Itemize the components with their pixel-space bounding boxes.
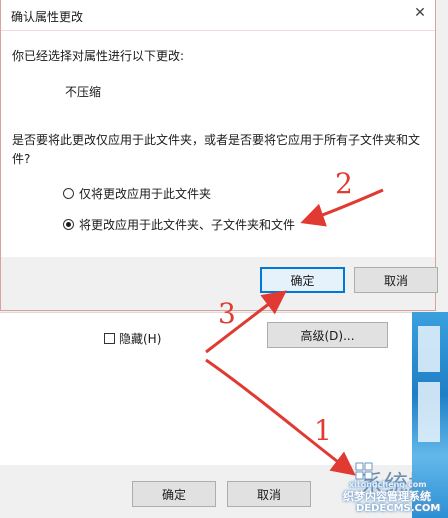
window-pane-upper (418, 326, 440, 372)
watermark-domain: DEDECMS.COM (356, 503, 441, 514)
dialog-body: 你已经选择对属性进行以下更改: 不压缩 是否要将此更改仅应用于此文件夹，或者是否… (1, 31, 435, 257)
option-this-folder-only[interactable]: 仅将更改应用于此文件夹 (63, 185, 211, 202)
background-ok-button[interactable]: 确定 (132, 481, 216, 507)
window-pane-lower (418, 382, 440, 442)
option-label: 仅将更改应用于此文件夹 (79, 187, 212, 201)
confirm-attribute-changes-dialog: 确认属性更改 ✕ 你已经选择对属性进行以下更改: 不压缩 是否要将此更改仅应用于… (0, 0, 438, 311)
radio-this-folder-only[interactable] (63, 188, 74, 199)
windows-logo-icon (355, 462, 373, 480)
option-apply-all-subfolders[interactable]: 将更改应用于此文件夹、子文件夹和文件 (63, 216, 295, 233)
close-icon[interactable]: ✕ (411, 4, 429, 22)
background-cancel-button[interactable]: 取消 (227, 481, 311, 507)
advanced-button[interactable]: 高级(D)... (267, 322, 388, 348)
dialog-title: 确认属性更改 (11, 10, 84, 24)
annotation-number-2: 2 (335, 167, 353, 200)
change-value: 不压缩 (65, 85, 102, 99)
title-bar: 确认属性更改 ✕ (1, 0, 435, 31)
prompt-text: 你已经选择对属性进行以下更改: (12, 49, 185, 63)
radio-apply-all-subfolders[interactable] (63, 219, 74, 230)
hidden-label: 隐藏(H) (119, 332, 162, 346)
annotation-number-1: 1 (314, 414, 332, 447)
hidden-checkbox[interactable] (104, 333, 115, 344)
ok-button[interactable]: 确定 (260, 267, 345, 293)
question-text-line2: 件? (12, 152, 31, 166)
watermark-site-name: 织梦内容管理系统 (343, 490, 431, 503)
question-text-line1: 是否要将此更改仅应用于此文件夹，或者是否要将它应用于所有子文件夹和文 (12, 133, 421, 147)
option-label: 将更改应用于此文件夹、子文件夹和文件 (79, 218, 296, 232)
cancel-button[interactable]: 取消 (354, 267, 438, 293)
annotation-number-3: 3 (218, 297, 236, 330)
hidden-checkbox-row[interactable]: 隐藏(H) (104, 330, 161, 347)
